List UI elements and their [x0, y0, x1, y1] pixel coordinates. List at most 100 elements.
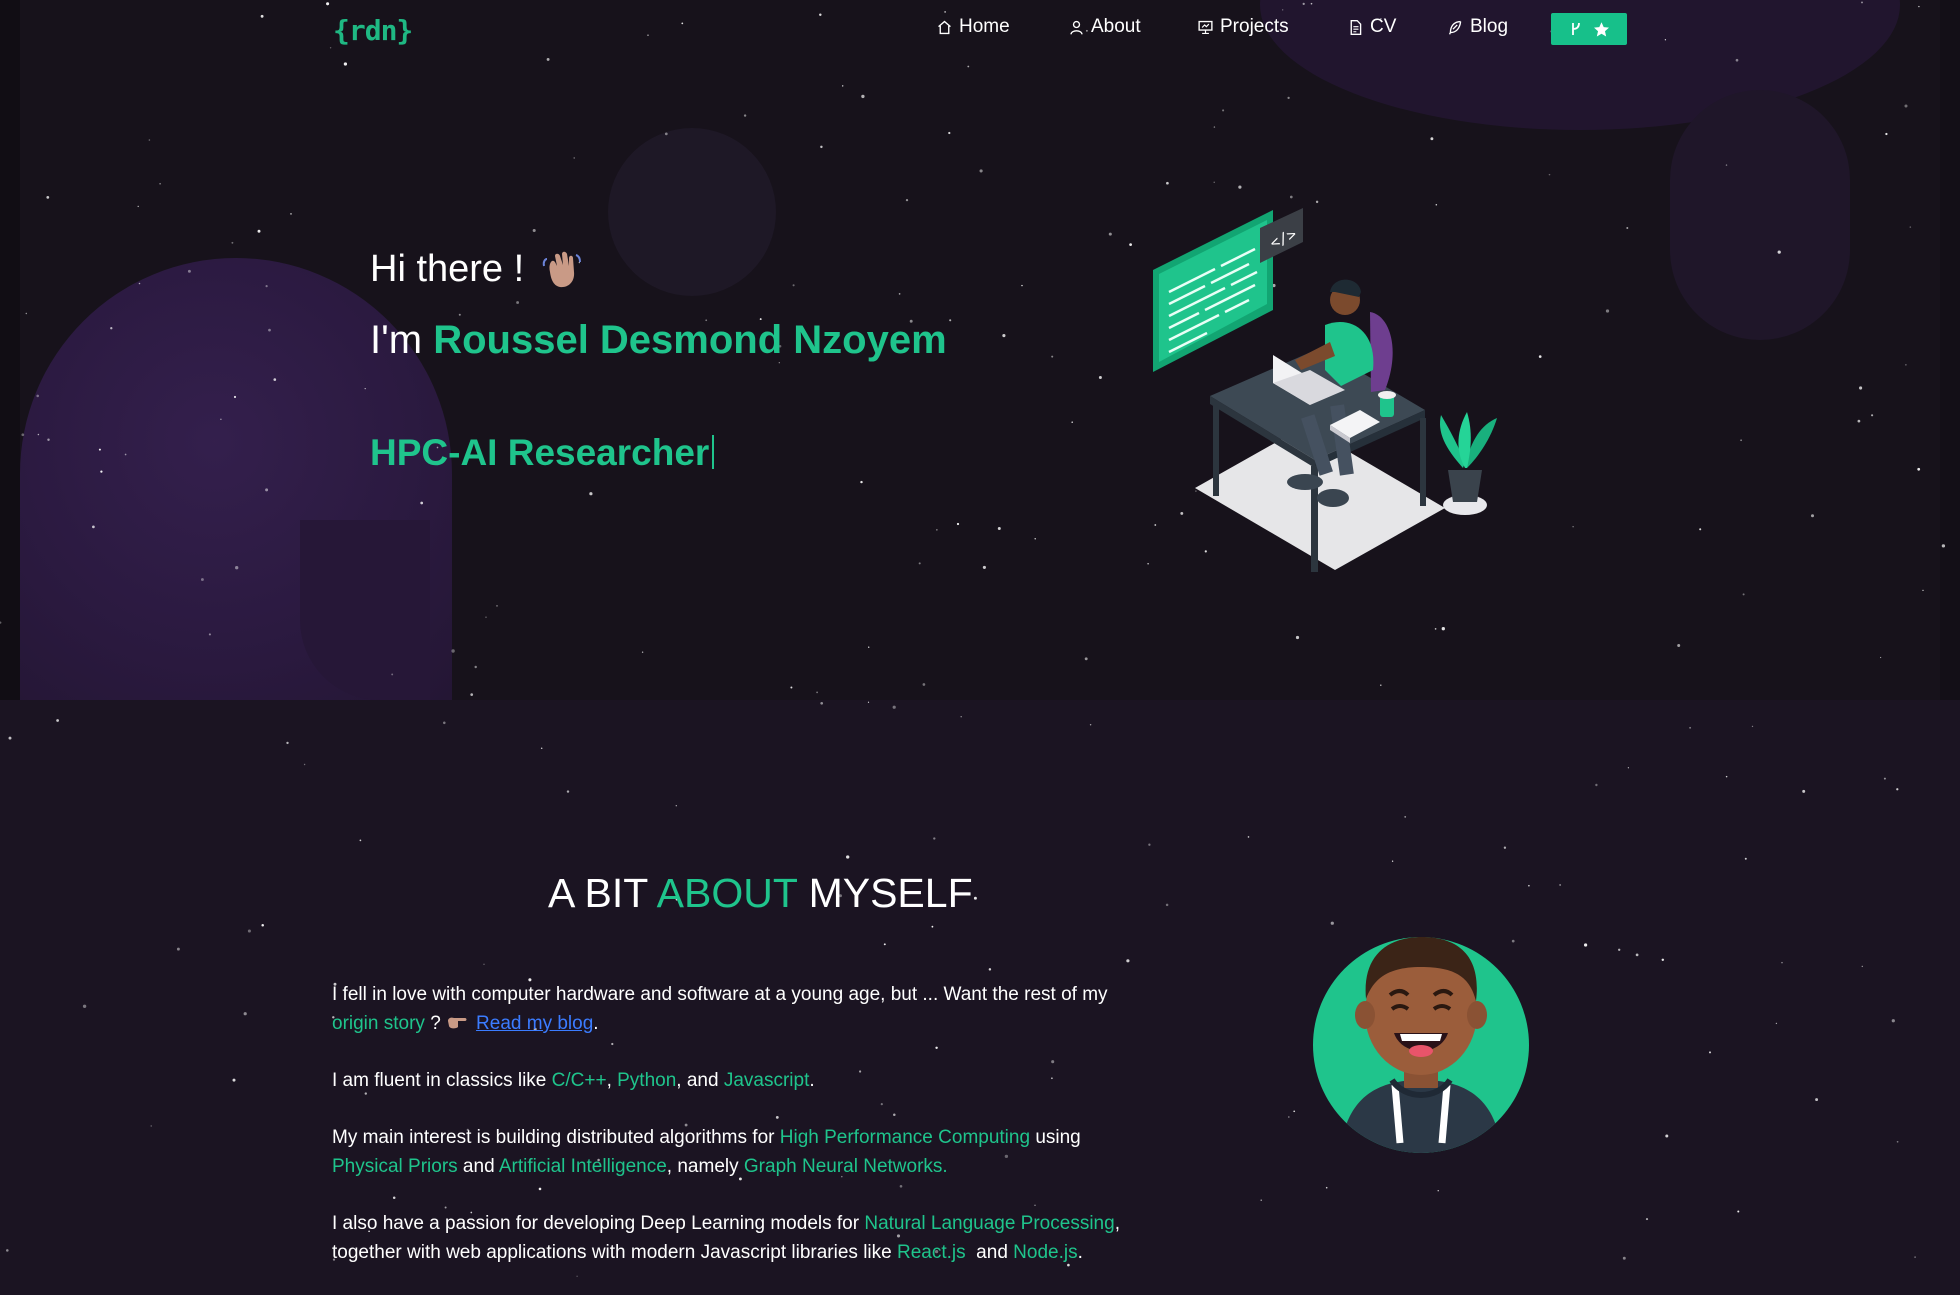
star [1622, 1256, 1626, 1260]
star [243, 1012, 247, 1016]
skill-cpp: C/C++ [551, 1070, 607, 1091]
star [286, 741, 289, 745]
star [176, 947, 180, 951]
text: ? [424, 1013, 447, 1034]
star [1148, 843, 1151, 846]
skill-javascript: Javascript [723, 1070, 810, 1091]
nav-cv[interactable]: CV [1347, 16, 1396, 38]
star [1708, 1051, 1712, 1054]
star [933, 837, 936, 840]
home-icon [938, 20, 951, 34]
star [261, 923, 264, 927]
about-paragraph-1: I fell in love with computer hardware an… [332, 980, 1182, 1038]
text: , [606, 1070, 618, 1091]
nav-about[interactable]: About [1068, 16, 1141, 38]
text: . [1077, 1242, 1083, 1263]
role-text: HPC-AI Researcher [370, 432, 710, 473]
about-title-accent: ABOUT [656, 870, 798, 916]
nav-home[interactable]: Home [936, 16, 1010, 38]
top-navbar: {rdn} Home About Projects CV Blog [0, 0, 1960, 58]
star [1503, 846, 1507, 849]
greeting-text: Hi there ! [370, 248, 525, 290]
about-paragraph-2: I am fluent in classics like C/C++, Pyth… [332, 1066, 1182, 1095]
hero-name: I'm Roussel Desmond Nzoyem [370, 318, 947, 363]
presentation-icon [1198, 20, 1213, 34]
star [1437, 1190, 1439, 1192]
star [247, 929, 251, 933]
interest-nlp: Natural Language Processing [864, 1213, 1115, 1234]
star [1260, 1199, 1262, 1201]
star [1744, 857, 1747, 860]
text: . [809, 1070, 815, 1091]
star [1725, 775, 1728, 778]
skill-react: React.js [896, 1242, 966, 1263]
text: My main interest is building distributed… [332, 1127, 780, 1148]
star [1645, 1218, 1649, 1221]
star [883, 943, 886, 946]
full-name: Roussel Desmond Nzoyem [433, 318, 947, 362]
star [359, 839, 362, 842]
nav-projects[interactable]: Projects [1197, 16, 1289, 38]
star [1595, 783, 1598, 787]
developer-at-desk-illustration: </> [1153, 208, 1497, 572]
star-icon [1593, 21, 1609, 36]
name-prefix: I'm [370, 318, 423, 362]
decor-blob-left-tail [300, 520, 430, 700]
read-my-blog-link[interactable]: Read my blog [476, 1013, 593, 1034]
hero-right-edge [1940, 0, 1960, 700]
git-fork-icon [1571, 22, 1580, 35]
star [960, 715, 962, 718]
star [1775, 1022, 1778, 1025]
star [820, 701, 824, 705]
decor-blob-right [1670, 90, 1850, 340]
star [846, 855, 850, 859]
text: I fell in love with computer hardware an… [332, 984, 1108, 1005]
star [1618, 948, 1621, 951]
star [1404, 816, 1407, 818]
document-icon [1350, 19, 1362, 35]
star [1896, 788, 1899, 791]
text: . [593, 1013, 599, 1034]
star [675, 805, 677, 807]
star [540, 747, 543, 749]
hero-left-edge [0, 0, 20, 700]
star [1751, 725, 1754, 728]
text: using [1030, 1127, 1081, 1148]
star [1896, 1140, 1899, 1143]
about-text: I fell in love with computer hardware an… [332, 980, 1182, 1295]
star [1559, 884, 1561, 886]
nav-projects-label: Projects [1220, 16, 1289, 37]
text: , namely [666, 1156, 744, 1177]
text: and [457, 1156, 499, 1177]
star [1665, 1134, 1669, 1138]
star [6, 1249, 9, 1252]
interest-gnn: Graph Neural Networks. [743, 1156, 948, 1177]
nav-cv-label: CV [1370, 16, 1397, 37]
site-logo[interactable]: {rdn} [333, 14, 413, 47]
star [892, 705, 896, 709]
star [1815, 1098, 1819, 1102]
hero-role: HPC-AI Researcher [370, 432, 715, 474]
user-icon [1070, 20, 1083, 35]
text: I am fluent in classics like [332, 1070, 552, 1091]
star [1528, 884, 1530, 887]
star [1861, 965, 1864, 968]
star [1627, 767, 1630, 769]
star [566, 790, 570, 793]
skill-node: Node.js [1013, 1242, 1078, 1263]
star [1293, 1110, 1296, 1113]
nav-home-label: Home [959, 16, 1010, 37]
about-section-title: A BIT ABOUT MYSELF [548, 870, 973, 917]
nav-blog[interactable]: Blog [1447, 16, 1508, 38]
about-title-part2: MYSELF [808, 870, 973, 916]
star [1126, 959, 1130, 963]
about-title-part1: A BIT [548, 870, 648, 916]
star [1089, 724, 1092, 726]
star [931, 925, 934, 928]
text: I also have a passion for developing Dee… [332, 1213, 865, 1234]
interest-ai: Artificial Intelligence [498, 1156, 667, 1177]
star [8, 736, 12, 740]
code-window-graphic: </> [1153, 208, 1303, 372]
star [1165, 903, 1169, 907]
github-fork-star-button[interactable] [1551, 13, 1627, 45]
